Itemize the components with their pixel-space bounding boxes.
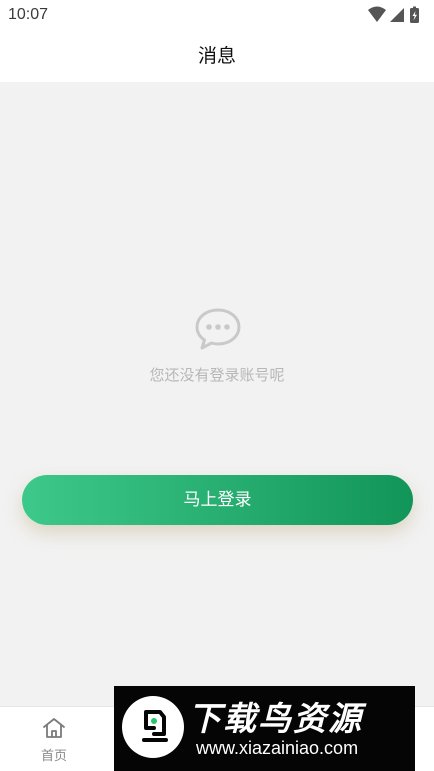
battery-icon (410, 6, 419, 23)
tab-home[interactable]: 首页 (22, 707, 86, 771)
empty-state: 您还没有登录账号呢 (0, 300, 434, 400)
home-icon (43, 718, 65, 738)
screen: 10:07 消息 您还没有登录账号呢 马上登录 首页 下载鸟资源 www.xia… (0, 0, 434, 771)
empty-message: 您还没有登录账号呢 (149, 366, 285, 384)
tab-home-label: 首页 (40, 749, 67, 764)
status-bar: 10:07 (0, 0, 434, 30)
watermark-title: 下载鸟资源 (188, 699, 363, 738)
wifi-icon (368, 6, 386, 22)
login-button[interactable]: 马上登录 (22, 475, 413, 525)
header: 消息 (0, 30, 434, 82)
watermark-url: www.xiazainiao.com (196, 738, 359, 758)
bird-logo-icon (142, 710, 168, 742)
status-icons (368, 6, 419, 23)
chat-bubble-icon (195, 308, 241, 350)
cell-signal-icon (390, 8, 404, 22)
watermark-banner: 下载鸟资源 www.xiazainiao.com (114, 686, 415, 771)
page-title: 消息 (197, 45, 236, 67)
watermark-logo (122, 696, 184, 758)
status-time: 10:07 (8, 6, 49, 23)
